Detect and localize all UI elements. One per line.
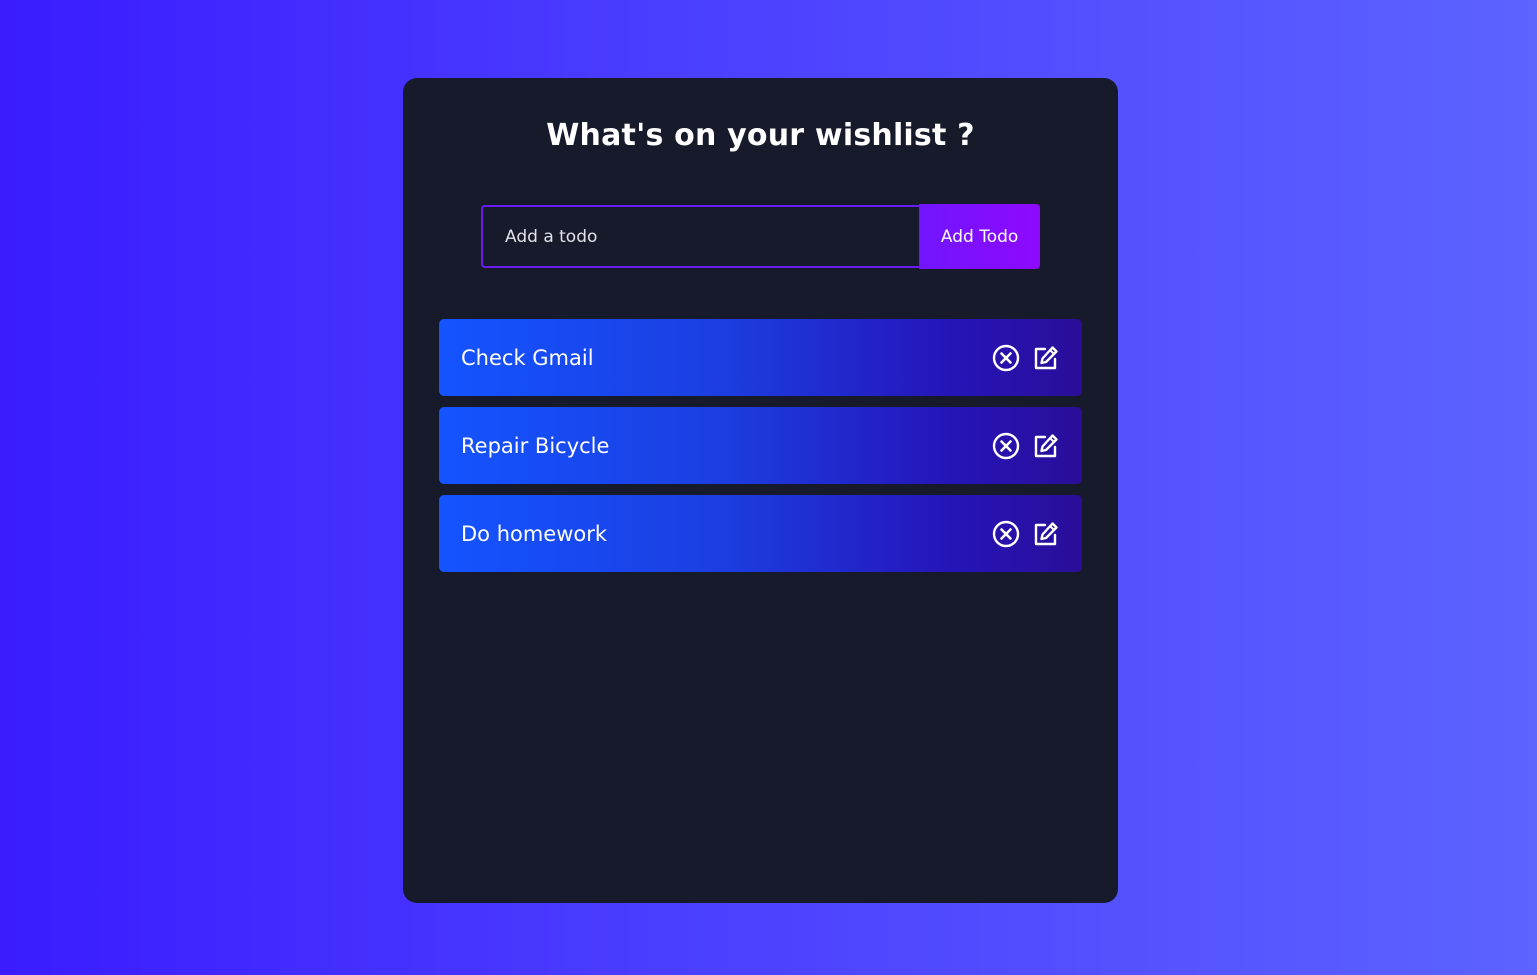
todo-list: Check Gmail Repair Bicycle Do homework	[439, 319, 1082, 583]
todo-item: Repair Bicycle	[439, 407, 1082, 484]
close-circle-icon[interactable]	[992, 520, 1020, 548]
add-todo-button[interactable]: Add Todo	[919, 204, 1040, 269]
todo-input[interactable]	[481, 205, 920, 268]
close-circle-icon[interactable]	[992, 432, 1020, 460]
edit-icon[interactable]	[1032, 432, 1060, 460]
todo-item-actions	[992, 344, 1060, 372]
todo-item: Do homework	[439, 495, 1082, 572]
edit-icon[interactable]	[1032, 520, 1060, 548]
close-circle-icon[interactable]	[992, 344, 1020, 372]
todo-item-text[interactable]: Repair Bicycle	[461, 434, 609, 458]
edit-icon[interactable]	[1032, 344, 1060, 372]
todo-item-actions	[992, 520, 1060, 548]
todo-form: Add Todo	[481, 204, 1040, 269]
todo-item-actions	[992, 432, 1060, 460]
todo-item-text[interactable]: Check Gmail	[461, 346, 594, 370]
todo-item: Check Gmail	[439, 319, 1082, 396]
page-title: What's on your wishlist ?	[546, 118, 975, 153]
todo-item-text[interactable]: Do homework	[461, 522, 607, 546]
todo-app-card: What's on your wishlist ? Add Todo Check…	[403, 78, 1118, 903]
